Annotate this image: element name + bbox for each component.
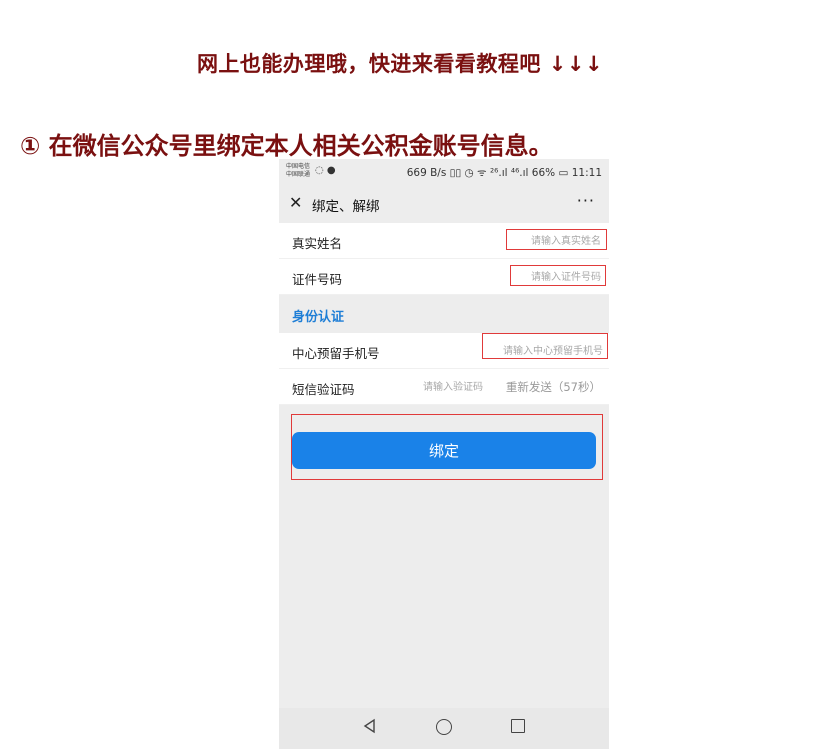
form-row-name: 真实姓名 — [279, 223, 609, 259]
phone-label: 中心预留手机号 — [292, 346, 380, 361]
id-input[interactable] — [511, 267, 605, 287]
carrier-1: 中国电信 — [286, 163, 311, 170]
notification-icons: ◌ ● — [315, 165, 336, 176]
chat-bubble-icon: ● — [326, 165, 336, 176]
step-title: ① 在微信公众号里绑定本人相关公积金账号信息。 — [20, 132, 553, 160]
section-title: 身份认证 — [292, 310, 345, 325]
recent-square-icon[interactable] — [511, 719, 525, 733]
status-bar: 中国电信 中国联通 ◌ ● 669 B/s ▯▯ ◷ ᯤ ²⁶.ıl ⁴⁶.ıl… — [279, 159, 609, 185]
phone-input[interactable] — [483, 341, 607, 361]
form-row-sms: 短信验证码 重新发送（57秒） — [279, 369, 609, 405]
resend-button[interactable]: 重新发送（57秒） — [506, 379, 601, 395]
more-icon[interactable]: ··· — [577, 191, 595, 210]
form-row-id: 证件号码 — [279, 259, 609, 295]
back-triangle-icon[interactable] — [362, 718, 378, 734]
sms-code-input[interactable] — [413, 377, 487, 397]
id-label: 证件号码 — [292, 272, 343, 287]
page-title: 绑定、解绑 — [312, 199, 380, 215]
name-input[interactable] — [507, 231, 605, 251]
carrier-names: 中国电信 中国联通 — [286, 163, 310, 179]
close-icon[interactable]: ✕ — [289, 193, 302, 212]
name-label: 真实姓名 — [292, 236, 343, 251]
home-circle-icon[interactable] — [436, 719, 452, 735]
identity-section: 身份认证 — [279, 295, 609, 333]
bell-icon: ◌ — [315, 165, 324, 176]
phone-screenshot: 中国电信 中国联通 ◌ ● 669 B/s ▯▯ ◷ ᯤ ²⁶.ıl ⁴⁶.ıl… — [279, 159, 609, 749]
carrier-2: 中国联通 — [286, 171, 311, 178]
status-right: 669 B/s ▯▯ ◷ ᯤ ²⁶.ıl ⁴⁶.ıl 66% ▭ 11:11 — [406, 167, 602, 179]
title-bar: ✕ 绑定、解绑 ··· — [279, 185, 609, 223]
sms-label: 短信验证码 — [292, 382, 355, 397]
form-row-phone: 中心预留手机号 — [279, 333, 609, 369]
android-navbar — [279, 708, 609, 749]
bind-button[interactable]: 绑定 — [292, 432, 596, 469]
article-tip: 网上也能办理哦，快进来看看教程吧 ↓↓↓ — [196, 52, 604, 76]
